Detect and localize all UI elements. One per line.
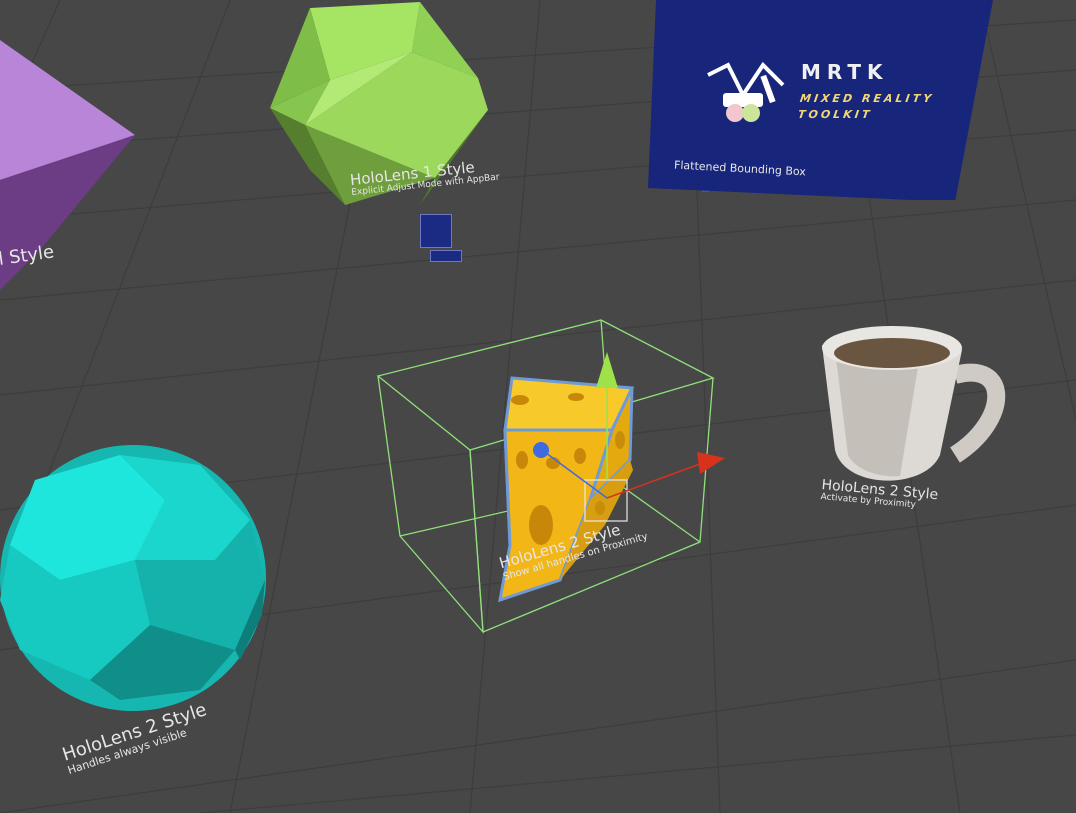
mrtk-subtitle-line2: TOOLKIT: [797, 108, 874, 121]
appbar-done-button[interactable]: [430, 250, 462, 262]
mrtk-logo-icon: [707, 61, 785, 122]
panel-caption: Flattened Bounding Box: [673, 158, 807, 179]
y-axis-arrow[interactable]: [596, 352, 618, 388]
teal-sphere[interactable]: [0, 445, 266, 711]
coffee-mug[interactable]: [822, 326, 1006, 481]
mrtk-flattened-panel[interactable]: MRTK MIXED REALITY TOOLKIT Flattened Bou…: [648, 0, 993, 200]
bounding-box-front: [469, 449, 484, 633]
x-axis-arrow[interactable]: [697, 452, 725, 474]
mrtk-subtitle-line1: MIXED REALITY: [799, 92, 935, 105]
appbar-adjust-button[interactable]: [420, 214, 452, 248]
z-axis-handle[interactable]: [533, 442, 549, 458]
mrtk-title: MRTK: [801, 60, 889, 84]
